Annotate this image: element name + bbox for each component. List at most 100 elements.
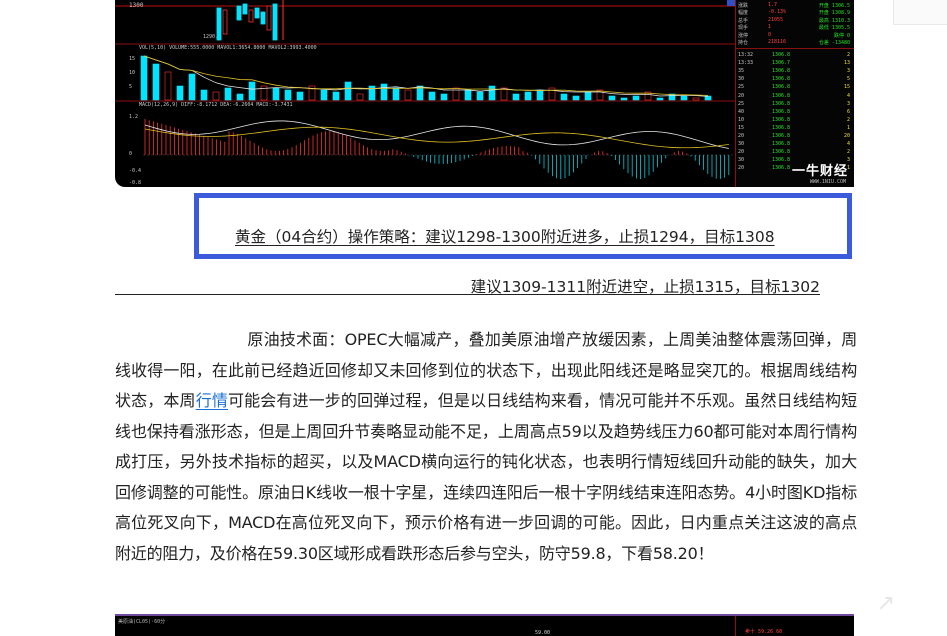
candle bbox=[272, 3, 278, 41]
quote-field: 开盘 1306.5 bbox=[818, 3, 850, 9]
tick-price: 1306.8 bbox=[772, 157, 791, 164]
tick-time: 13:33 bbox=[738, 60, 754, 67]
tick-price: 1306.8 bbox=[772, 116, 791, 123]
price-axis-label: 1300 bbox=[129, 2, 144, 9]
volume-bar bbox=[272, 87, 280, 101]
quote-divider bbox=[736, 48, 854, 49]
candle bbox=[248, 9, 254, 23]
macd-dea-line bbox=[144, 126, 729, 149]
tick-price: 1306.7 bbox=[772, 60, 791, 67]
volume-bar bbox=[284, 89, 292, 101]
volume-bar bbox=[332, 91, 340, 101]
tick-volume: 13 bbox=[843, 60, 850, 67]
macd-axis: 1.2 0 -0.4 -0.8 bbox=[129, 114, 141, 186]
volume-axis: 15 10 5 bbox=[129, 56, 135, 90]
tick-volume: 4 bbox=[846, 141, 850, 148]
quote-field: 最高 1310.3 bbox=[818, 17, 850, 24]
quote-value: 21055 bbox=[768, 16, 784, 23]
chart-title: 美原油(CL05)·60分 bbox=[118, 619, 166, 625]
tick-row: 35 1306.8 3 bbox=[738, 68, 852, 76]
tick-time: 13:32 bbox=[738, 52, 754, 58]
corner-panel bbox=[893, 0, 947, 25]
tick-price: 1306.8 bbox=[772, 68, 791, 75]
quote-row: 现手 1 最低 1305.5 bbox=[738, 24, 852, 32]
volume-bar bbox=[140, 55, 148, 101]
volume-bar bbox=[428, 91, 436, 101]
chart-price-label: 59.00 bbox=[535, 630, 551, 636]
tick-volume: 6 bbox=[846, 108, 850, 115]
keyword-link-market[interactable]: 行情 bbox=[196, 391, 228, 410]
volume-bar bbox=[212, 91, 220, 101]
tick-volume: 2 bbox=[846, 116, 850, 123]
tick-row: 20 1306.8 20 bbox=[738, 133, 852, 141]
volume-bar bbox=[632, 95, 640, 101]
volume-legend: VOL(5,10) VOLUME:555.0000 MAVOL1:3654.80… bbox=[139, 45, 317, 51]
volume-bar bbox=[380, 83, 388, 101]
tick-row: 30 1306.8 3 bbox=[738, 157, 852, 165]
volume-bar bbox=[512, 93, 520, 101]
volume-tick-label: 5 bbox=[129, 84, 132, 90]
tick-time: 20 bbox=[738, 92, 745, 99]
tick-time: 25 bbox=[738, 84, 745, 91]
volume-tick-label: 15 bbox=[129, 56, 135, 62]
quote-label: 现手 bbox=[738, 25, 749, 32]
candle bbox=[260, 11, 266, 25]
tick-volume: 2 bbox=[846, 149, 850, 156]
tick-volume: 1 bbox=[846, 124, 850, 131]
tick-price: 1306.8 bbox=[772, 149, 791, 156]
tick-row: 20 1306.8 4 bbox=[738, 93, 852, 101]
tick-price: 1306.8 bbox=[772, 141, 791, 148]
candle bbox=[222, 9, 228, 35]
tick-time: 30 bbox=[738, 141, 745, 148]
candle bbox=[236, 5, 242, 21]
tick-volume: 2 bbox=[846, 52, 850, 58]
tick-price: 1306.8 bbox=[772, 133, 791, 139]
highlight-box: 黄金（04合约）操作策略：建议1298-1300附近进多，止损1294，目标13… bbox=[194, 193, 852, 259]
tick-time: 20 bbox=[738, 149, 745, 156]
tick-time: 15 bbox=[738, 124, 745, 131]
gold-strategy-text: 黄金（04合约）操作策略：建议1298-1300附近进多，止损1294，目标13… bbox=[235, 228, 775, 246]
quote-label: 涨停 bbox=[738, 32, 749, 39]
volume-bar bbox=[164, 71, 172, 101]
tick-time: 30 bbox=[738, 157, 745, 164]
quote-field: 开盘 1308.9 bbox=[818, 10, 850, 17]
tick-time: 10 bbox=[738, 116, 745, 123]
short-strategy-text: 建议1309-1311附近进空，止损1315，目标1302 bbox=[470, 278, 820, 296]
tick-time: 20 bbox=[738, 165, 745, 172]
volume-bar bbox=[692, 97, 700, 101]
quote-field: 跌停 0 bbox=[833, 32, 850, 39]
tick-price: 1306.8 bbox=[772, 92, 791, 99]
volume-bar bbox=[656, 97, 664, 101]
volume-bar bbox=[536, 89, 544, 101]
quote-value: 1 bbox=[768, 24, 772, 31]
tick-row: 13:33 1306.7 13 bbox=[738, 60, 852, 68]
volume-bar bbox=[476, 91, 484, 101]
volume-bar bbox=[176, 85, 184, 101]
tick-price: 1306.8 bbox=[772, 76, 791, 83]
volume-tick-label: 10 bbox=[129, 70, 135, 76]
tick-volume: 20 bbox=[843, 133, 850, 139]
tick-price: 1306.8 bbox=[772, 124, 791, 131]
quote-label: 持仓 bbox=[738, 40, 749, 46]
tick-row: 30 1306.8 4 bbox=[738, 141, 852, 149]
volume-bar bbox=[404, 89, 412, 101]
volume-bar bbox=[368, 85, 376, 101]
kline-volume-macd-chart: 1300 1290.0 VOL(5,10) VOLUME:555.0000 MA… bbox=[115, 0, 735, 186]
volume-bar bbox=[488, 85, 496, 101]
quote-panel: 一牛财经 WWW.1NIU.COM 涨跌 1.7 开盘 1306.5 幅度 -0.13%… bbox=[735, 0, 854, 187]
tick-volume: 3 bbox=[846, 100, 850, 107]
tick-price: 1306.8 bbox=[772, 100, 791, 107]
tick-time: 30 bbox=[738, 76, 745, 83]
tick-row: 13:32 1306.8 2 bbox=[738, 52, 852, 60]
strategy-line-2: 建议1309-1311附近进空，止损1315，目标1302 bbox=[115, 275, 820, 296]
quote-row: 涨停 0 跌停 0 bbox=[738, 32, 852, 39]
tick-time: 25 bbox=[738, 100, 745, 107]
tick-price: 1306.8 bbox=[772, 165, 791, 172]
volume-bar bbox=[464, 89, 472, 101]
tick-row: 25 1306.8 3 bbox=[738, 101, 852, 109]
volume-bar bbox=[392, 87, 400, 101]
tick-row: 25 1306.8 15 bbox=[738, 84, 852, 92]
quote-row: 持仓 218116 仓差 -13480 bbox=[738, 39, 852, 46]
tick-price: 1306.8 bbox=[772, 84, 791, 91]
tick-volume: 15 bbox=[843, 84, 850, 91]
